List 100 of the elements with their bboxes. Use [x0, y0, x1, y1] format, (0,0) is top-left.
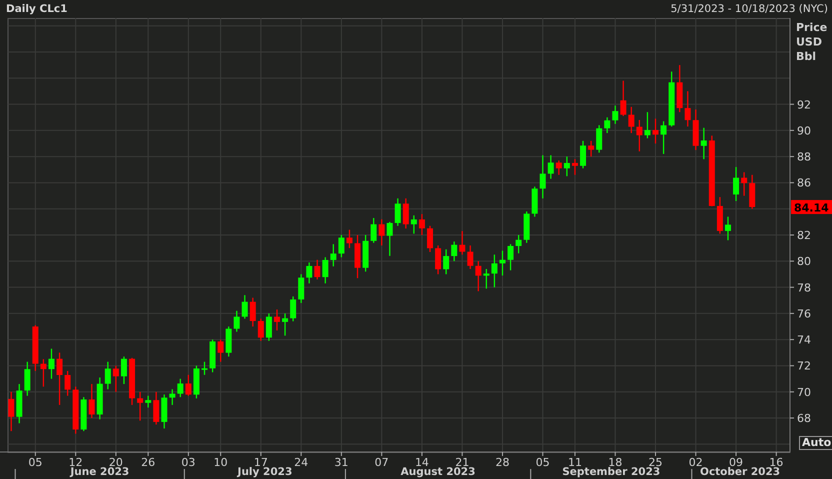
price-tick-label: 70 — [797, 386, 811, 399]
candlestick — [684, 91, 691, 126]
price-tick-label: 90 — [797, 124, 811, 138]
candlestick — [48, 348, 54, 379]
candlestick — [177, 378, 184, 398]
candlestick — [749, 174, 756, 209]
candlestick — [362, 235, 369, 272]
candlestick — [137, 392, 144, 421]
candlestick — [451, 242, 458, 262]
candlestick — [314, 260, 320, 280]
candlestick — [459, 231, 466, 255]
candlestick — [306, 262, 312, 284]
price-tick-label: 92 — [797, 98, 811, 112]
candlestick — [532, 186, 538, 217]
candlestick — [169, 389, 176, 405]
candlestick — [370, 218, 377, 243]
price-tick-label: 78 — [797, 281, 811, 294]
date-tick-label: 02 — [688, 456, 703, 469]
candlestick — [290, 296, 296, 322]
candlestick — [725, 216, 731, 240]
candlestick — [508, 244, 514, 270]
candlestick — [72, 386, 79, 434]
chart-title: Daily CLc1 — [6, 3, 68, 15]
candlestick — [716, 197, 723, 234]
candlestick — [338, 235, 344, 258]
candlestick — [210, 340, 216, 372]
date-tick-label: 24 — [294, 456, 308, 469]
month-label: June 2023 — [70, 466, 130, 478]
candlestick — [16, 384, 22, 424]
candlestick — [418, 214, 425, 235]
month-label: September 2023 — [562, 466, 660, 478]
candlestick — [692, 110, 699, 150]
candlestick — [652, 118, 658, 144]
candlestick — [483, 269, 490, 289]
candlestick — [524, 211, 530, 243]
price-tick-label: 68 — [797, 412, 811, 425]
candlestick — [612, 106, 618, 124]
candlestick — [64, 370, 71, 396]
candlestick — [394, 198, 401, 226]
candlestick — [402, 198, 409, 228]
candlestick — [145, 396, 152, 408]
candlestick — [548, 155, 554, 179]
price-tick-label: 86 — [797, 176, 811, 190]
candlestick — [620, 80, 626, 116]
price-tick-label: 76 — [797, 307, 811, 320]
candlestick — [467, 245, 474, 269]
candlestick — [410, 215, 417, 234]
candlestick — [161, 394, 168, 428]
candlestick — [491, 254, 498, 288]
candlestick — [8, 392, 14, 432]
candlestick — [282, 313, 288, 336]
date-tick-label: 07 — [374, 456, 389, 469]
candlestick — [741, 172, 748, 196]
candlestick — [24, 362, 30, 396]
candlestick — [604, 117, 610, 134]
candlestick — [129, 358, 136, 405]
date-tick-label: 11 — [568, 456, 582, 469]
candlestick — [234, 310, 240, 332]
candlestick — [104, 362, 111, 390]
candlestick — [242, 295, 248, 319]
candlestick — [185, 374, 192, 396]
candlestick — [676, 65, 683, 112]
price-tick-label: 82 — [797, 229, 811, 242]
price-tick-label: 74 — [797, 334, 811, 347]
candlestick — [644, 112, 650, 138]
candlestick — [500, 250, 506, 276]
candlestick — [250, 298, 256, 326]
date-tick-label: 10 — [214, 456, 228, 469]
candlestick — [56, 352, 63, 405]
candlestick — [88, 384, 95, 418]
candlestick — [660, 121, 667, 154]
candlestick — [298, 274, 304, 303]
month-label: July 2023 — [238, 466, 292, 478]
candlestick — [733, 167, 740, 201]
candlestick — [266, 313, 272, 341]
candlestick — [153, 392, 160, 425]
candlestick — [516, 235, 522, 254]
candlestick — [258, 318, 264, 341]
candlestick — [80, 397, 87, 432]
auto-scale-button[interactable]: Auto — [799, 436, 832, 450]
candlestick — [386, 222, 393, 256]
candlestick — [668, 72, 675, 126]
date-tick-label: 26 — [141, 456, 156, 469]
date-tick-label: 14 — [414, 456, 429, 469]
candlestick — [120, 356, 127, 384]
candlestick — [378, 219, 385, 246]
candlestick — [580, 140, 586, 168]
last-price-badge: 84.14 — [791, 200, 832, 215]
candlestick — [628, 106, 634, 134]
candlestick — [226, 326, 232, 357]
candlestick — [596, 125, 602, 153]
candlestick — [443, 249, 450, 274]
axis-unit-label: USD — [796, 36, 822, 48]
candlestick — [564, 156, 570, 176]
candlestick — [112, 366, 119, 392]
date-tick-label: 09 — [729, 456, 744, 469]
date-tick-label: 31 — [334, 456, 348, 469]
candlestick — [354, 235, 361, 278]
candlestick — [40, 359, 46, 387]
candlestick — [572, 159, 578, 175]
